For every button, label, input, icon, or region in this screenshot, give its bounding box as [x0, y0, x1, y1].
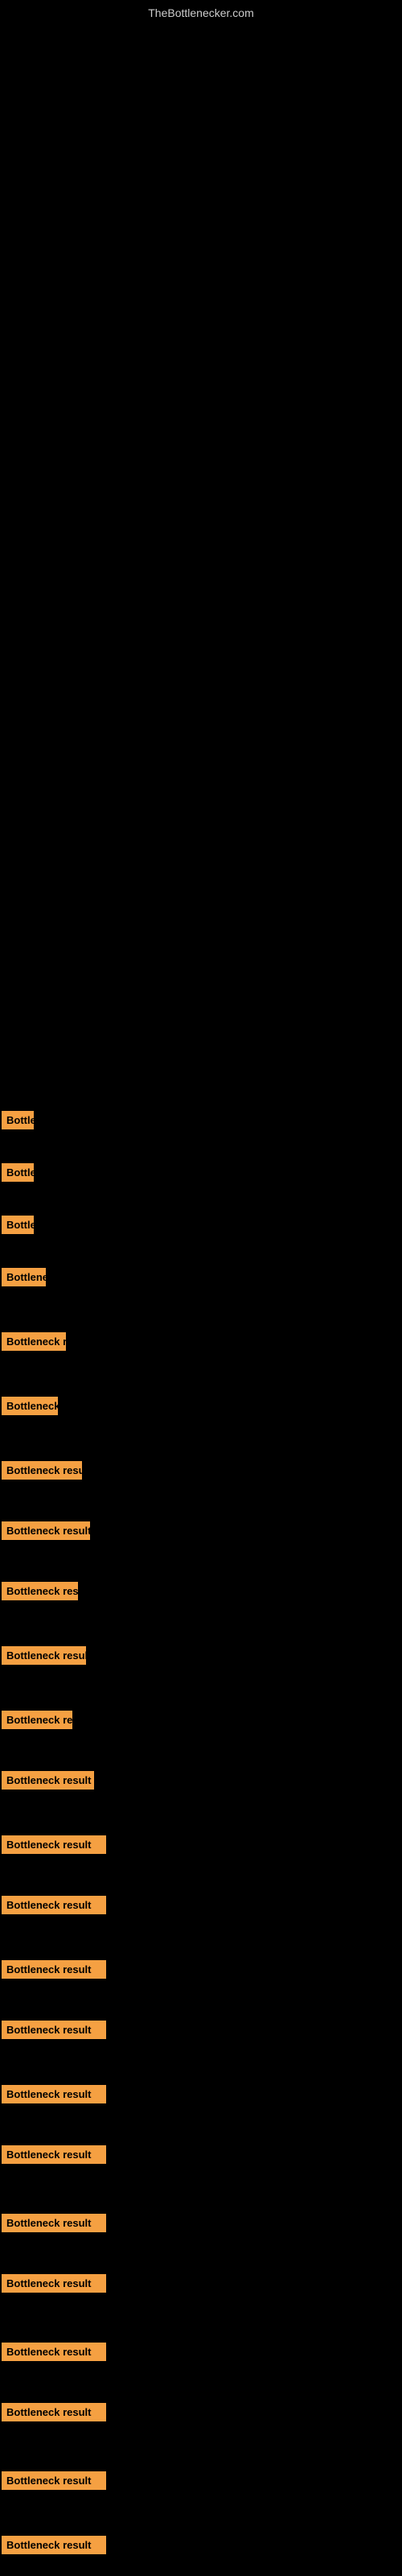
bottleneck-result-badge[interactable]: Bottleneck result	[2, 1646, 86, 1665]
bottleneck-row: Bottleneck result	[2, 1397, 58, 1422]
bottleneck-row: Bottleneck result	[2, 1332, 66, 1358]
bottleneck-row: Bottleneck result	[2, 2021, 106, 2046]
bottleneck-result-badge[interactable]: Bottleneck result	[2, 1163, 34, 1182]
bottleneck-result-badge[interactable]: Bottleneck result	[2, 2145, 106, 2164]
bottleneck-row: Bottleneck result	[2, 2536, 106, 2562]
bottleneck-result-badge[interactable]: Bottleneck result	[2, 2536, 106, 2554]
bottleneck-row: Bottleneck result	[2, 1771, 94, 1797]
bottleneck-result-badge[interactable]: Bottleneck result	[2, 1397, 58, 1415]
bottleneck-row: Bottleneck result	[2, 1835, 106, 1861]
bottleneck-row: Bottleneck result	[2, 2085, 106, 2111]
bottleneck-result-badge[interactable]: Bottleneck result	[2, 2343, 106, 2361]
bottleneck-row: Bottleneck result	[2, 2145, 106, 2171]
bottleneck-row: Bottleneck result	[2, 1521, 90, 1547]
bottleneck-result-badge[interactable]: Bottleneck result	[2, 1461, 82, 1480]
bottleneck-result-badge[interactable]: Bottleneck result	[2, 1771, 94, 1790]
bottleneck-result-badge[interactable]: Bottleneck result	[2, 2214, 106, 2232]
bottleneck-result-badge[interactable]: Bottleneck result	[2, 2403, 106, 2421]
bottleneck-row: Bottleneck result	[2, 1216, 34, 1241]
bottleneck-result-badge[interactable]: Bottleneck result	[2, 1960, 106, 1979]
bottleneck-row: Bottleneck result	[2, 1646, 86, 1672]
bottleneck-result-badge[interactable]: Bottleneck result	[2, 1332, 66, 1351]
bottleneck-result-badge[interactable]: Bottleneck result	[2, 1521, 90, 1540]
bottleneck-result-badge[interactable]: Bottleneck result	[2, 2021, 106, 2039]
site-title: TheBottlenecker.com	[148, 6, 254, 19]
bottleneck-row: Bottleneck result	[2, 1111, 34, 1137]
bottleneck-row: Bottleneck result	[2, 1960, 106, 1986]
bottleneck-row: Bottleneck result	[2, 2214, 106, 2240]
bottleneck-row: Bottleneck result	[2, 2403, 106, 2429]
bottleneck-result-badge[interactable]: Bottleneck result	[2, 1711, 72, 1729]
bottleneck-row: Bottleneck result	[2, 2471, 106, 2497]
bottleneck-row: Bottleneck result	[2, 1711, 72, 1736]
bottleneck-result-badge[interactable]: Bottleneck result	[2, 1111, 34, 1129]
bottleneck-result-badge[interactable]: Bottleneck result	[2, 2274, 106, 2293]
bottleneck-row: Bottleneck result	[2, 1896, 106, 1922]
bottleneck-result-badge[interactable]: Bottleneck result	[2, 2471, 106, 2490]
bottleneck-result-badge[interactable]: Bottleneck result	[2, 1268, 46, 1286]
bottleneck-row: Bottleneck result	[2, 1461, 82, 1487]
bottleneck-row: Bottleneck result	[2, 2343, 106, 2368]
bottleneck-result-badge[interactable]: Bottleneck result	[2, 1835, 106, 1854]
bottleneck-row: Bottleneck result	[2, 1582, 78, 1608]
bottleneck-row: Bottleneck result	[2, 1268, 46, 1294]
bottleneck-result-badge[interactable]: Bottleneck result	[2, 1896, 106, 1914]
bottleneck-result-badge[interactable]: Bottleneck result	[2, 1216, 34, 1234]
bottleneck-row: Bottleneck result	[2, 2274, 106, 2300]
bottleneck-result-badge[interactable]: Bottleneck result	[2, 1582, 78, 1600]
bottleneck-result-badge[interactable]: Bottleneck result	[2, 2085, 106, 2103]
bottleneck-row: Bottleneck result	[2, 1163, 34, 1189]
